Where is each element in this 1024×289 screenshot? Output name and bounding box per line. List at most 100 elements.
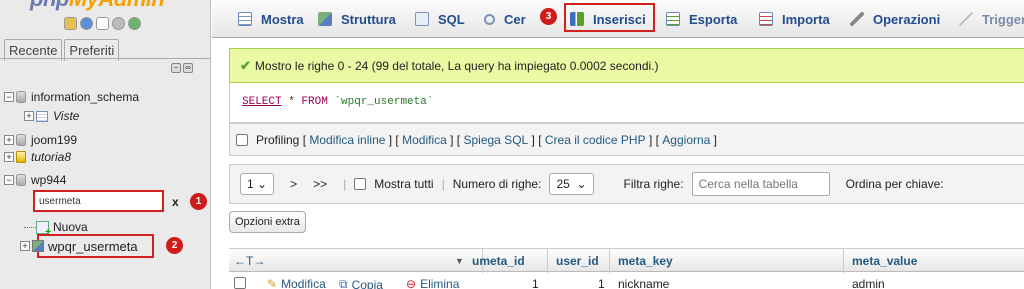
table-row: ✎ Modifica ⧉ Copia ⊖ Elimina 1 1 nickname a… — [229, 273, 1024, 289]
tree-item-new-table[interactable]: Nuova — [24, 219, 88, 238]
table-structure-icon[interactable] — [32, 240, 44, 252]
insert-icon — [570, 12, 584, 26]
tab-struttura[interactable]: Struttura — [318, 4, 396, 34]
cell-umeta-id[interactable]: 1 — [532, 277, 539, 289]
separator: | — [343, 177, 347, 191]
import-icon — [759, 12, 773, 26]
table-filter-input[interactable] — [35, 192, 162, 210]
tab-operazioni[interactable]: Operazioni — [850, 4, 940, 34]
annotation-badge-1: 1 — [190, 193, 207, 210]
tree-item-wpqr-usermeta[interactable]: + wpqr_usermeta — [20, 238, 138, 254]
collapse-icon[interactable]: − — [4, 92, 14, 102]
link-modifica[interactable]: Modifica — [402, 133, 447, 147]
delete-row-button[interactable]: ⊖ Elimina — [406, 277, 459, 289]
expand-icon[interactable]: + — [4, 152, 14, 162]
tree-item-joom199[interactable]: + joom199 — [4, 132, 77, 148]
link-aggiorna[interactable]: Aggiorna — [662, 133, 710, 147]
page-select[interactable]: 1 ⌄ — [240, 173, 275, 195]
sort-arrow-icon[interactable]: ▼ — [455, 256, 464, 266]
search-icon — [484, 13, 495, 25]
expand-icon[interactable]: + — [4, 135, 14, 145]
collapse-icon[interactable]: − — [4, 175, 14, 185]
link-crea-codice-php[interactable]: Crea il codice PHP — [545, 133, 646, 147]
export-icon — [666, 12, 680, 26]
rows-per-page-select[interactable]: 25 ⌄ — [549, 173, 594, 195]
tab-importa[interactable]: Importa — [759, 4, 830, 34]
checkmark-icon: ✔ — [240, 57, 251, 73]
home-icon[interactable] — [64, 17, 77, 30]
edit-row-button[interactable]: ✎ Modifica — [267, 277, 326, 289]
link-spiega-sql[interactable]: Spiega SQL — [463, 133, 528, 147]
column-header-meta-key[interactable]: meta_key — [618, 254, 673, 268]
extra-options-button[interactable]: Opzioni extra — [229, 211, 306, 233]
column-header-user-id[interactable]: user_id — [556, 254, 599, 268]
link-icon[interactable]: ∞ — [183, 63, 193, 73]
sql-icon — [415, 12, 429, 26]
tree-controls: − ∞ — [171, 63, 193, 73]
last-page-button[interactable]: >> — [313, 177, 327, 191]
tab-trigger[interactable]: Trigger — [959, 4, 1024, 34]
chevron-down-icon: ⌄ — [576, 177, 587, 191]
column-header-meta-value[interactable]: meta_value — [852, 254, 917, 268]
new-table-icon — [36, 220, 51, 238]
clear-filter-button[interactable]: x — [172, 195, 179, 209]
logout-icon[interactable] — [80, 17, 93, 30]
separator: | — [441, 177, 445, 191]
database-icon — [16, 174, 26, 186]
tree-item-wp944[interactable]: − wp944 — [4, 172, 66, 188]
tab-mostra[interactable]: Mostra — [238, 4, 304, 34]
tab-inserisci[interactable]: Inserisci — [570, 4, 646, 34]
annotation-badge-3: 3 — [540, 8, 557, 25]
pagination-bar: 1 ⌄ > >> | Mostra tutti | Numero di righ… — [229, 164, 1024, 204]
expand-icon[interactable]: + — [20, 241, 30, 251]
divider — [0, 58, 210, 59]
tab-sql[interactable]: SQL — [415, 4, 465, 34]
views-icon — [36, 110, 48, 122]
sql-keyword: FROM — [301, 96, 328, 108]
browse-icon — [238, 12, 252, 26]
sidebar-quick-icons — [64, 17, 141, 30]
wrench-icon — [850, 12, 864, 26]
column-arrows-icon[interactable]: ←T→ — [234, 254, 265, 268]
table-filter-box — [33, 190, 164, 212]
sql-keyword[interactable]: SELECT — [242, 96, 282, 108]
reload-icon[interactable] — [128, 17, 141, 30]
database-icon — [16, 134, 26, 146]
delete-icon: ⊖ — [406, 277, 417, 289]
chevron-down-icon: ⌄ — [257, 177, 268, 191]
tree-item-information-schema[interactable]: − information_schema — [4, 89, 139, 105]
sql-query-box: SELECT * FROM `wpqr_usermeta` — [229, 83, 1024, 123]
row-checkbox[interactable] — [234, 277, 246, 289]
tree-item-tutoria8[interactable]: + tutoria8 — [4, 149, 71, 165]
success-notice: ✔ Mostro le righe 0 - 24 (99 del totale,… — [229, 48, 1024, 83]
folder-icon — [16, 151, 26, 163]
copy-icon: ⧉ — [339, 277, 348, 289]
filter-rows-input[interactable] — [691, 172, 830, 196]
tab-esporta[interactable]: Esporta — [666, 4, 737, 34]
cell-user-id[interactable]: 1 — [598, 277, 605, 289]
table-header: ←T→ ▼ umeta_id user_id meta_key meta_val… — [229, 248, 1024, 273]
profiling-bar: Profiling [ Modifica inline ] [ Modifica… — [229, 123, 1024, 156]
database-icon — [16, 91, 26, 103]
phpmyadmin-logo[interactable]: phpMyAdmin — [30, 0, 165, 12]
collapse-all-icon[interactable]: − — [171, 63, 181, 73]
pencil-icon: ✎ — [267, 277, 278, 289]
tree-item-viste[interactable]: + Viste — [24, 108, 79, 124]
annotation-badge-2: 2 — [166, 237, 183, 254]
table-tabs: Mostra Struttura SQL Cer 3 Inserisci Esp… — [212, 0, 1024, 38]
next-page-button[interactable]: > — [290, 177, 297, 191]
structure-icon — [318, 12, 332, 26]
cell-meta-value[interactable]: admin — [852, 277, 885, 289]
column-header-umeta-id[interactable]: umeta_id — [472, 254, 525, 268]
link-modifica-inline[interactable]: Modifica inline — [309, 133, 385, 147]
expand-icon[interactable]: + — [24, 111, 34, 121]
settings-icon[interactable] — [112, 17, 125, 30]
docs-icon[interactable] — [96, 17, 109, 30]
profiling-checkbox[interactable] — [236, 133, 248, 146]
show-all-checkbox[interactable] — [354, 178, 367, 190]
copy-row-button[interactable]: ⧉ Copia — [339, 277, 383, 289]
trigger-icon — [959, 12, 973, 26]
main-content: Mostra Struttura SQL Cer 3 Inserisci Esp… — [212, 0, 1024, 289]
cell-meta-key[interactable]: nickname — [618, 277, 669, 289]
tab-cerca[interactable]: Cer — [484, 4, 526, 34]
